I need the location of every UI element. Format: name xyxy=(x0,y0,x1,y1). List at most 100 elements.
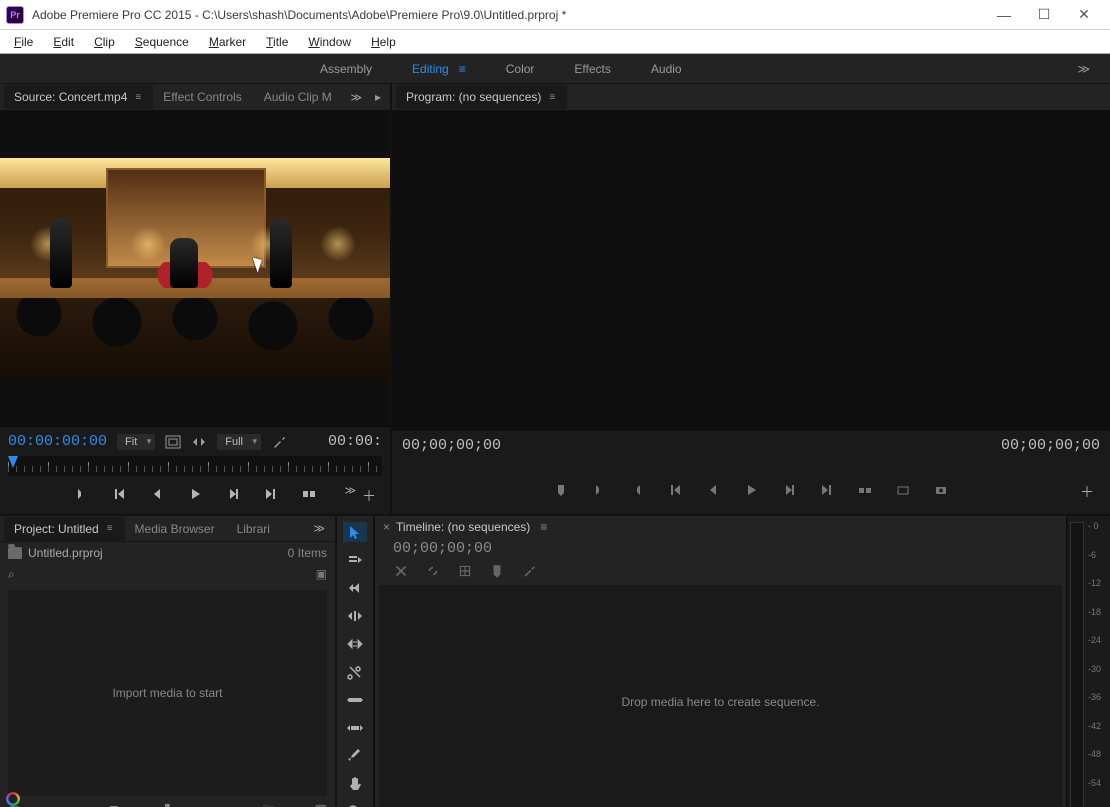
find-icon-2[interactable]: ⌕ xyxy=(235,803,251,807)
timeline-menu-icon[interactable]: ≡ xyxy=(540,520,547,534)
step-forward-icon[interactable] xyxy=(781,482,797,498)
tool-ripple-edit[interactable] xyxy=(343,578,367,598)
tab-program[interactable]: Program: (no sequences) ≡ xyxy=(396,85,567,109)
menu-help[interactable]: Help xyxy=(361,33,406,51)
tab-project[interactable]: Project: Untitled ≡ xyxy=(4,517,125,541)
workspace-audio[interactable]: Audio xyxy=(651,62,682,76)
source-resolution-select[interactable]: Full xyxy=(217,434,261,450)
program-timecode-current[interactable]: 00;00;00;00 xyxy=(402,437,501,454)
workspace-overflow-icon[interactable]: ≫ xyxy=(1077,62,1090,76)
tab-source-menu-icon[interactable]: ≡ xyxy=(135,92,141,103)
maximize-button[interactable]: ☐ xyxy=(1024,0,1064,30)
source-video-viewport[interactable] xyxy=(0,110,390,426)
linked-selection-icon[interactable] xyxy=(425,563,441,579)
add-marker-icon[interactable] xyxy=(553,482,569,498)
tool-selection[interactable] xyxy=(343,522,367,542)
new-folder-icon[interactable]: 🗀 xyxy=(261,803,277,807)
freeform-view-icon[interactable]: ◢ xyxy=(58,803,74,807)
step-back-icon[interactable] xyxy=(149,486,165,502)
new-bin-from-search-icon[interactable]: ▣ xyxy=(316,567,327,581)
mark-in-icon[interactable] xyxy=(591,482,607,498)
source-button-editor-icon[interactable]: ＋ xyxy=(362,486,376,506)
tab-media-browser[interactable]: Media Browser xyxy=(125,517,227,541)
audio-meter-scale: - 0 -6 -12 -18 -24 -30 -36 -42 -48 -54 d… xyxy=(1086,516,1103,807)
extract-icon[interactable] xyxy=(895,482,911,498)
project-search-input[interactable] xyxy=(23,566,308,582)
new-bin-icon[interactable]: ▥ xyxy=(209,803,225,807)
sort-icon[interactable]: ⌂ xyxy=(84,803,100,807)
timeline-drop-area[interactable]: Drop media here to create sequence. xyxy=(379,585,1062,807)
menu-sequence[interactable]: Sequence xyxy=(125,33,199,51)
tool-slide[interactable] xyxy=(343,718,367,738)
export-frame-icon[interactable] xyxy=(933,482,949,498)
menu-edit[interactable]: Edit xyxy=(43,33,84,51)
tool-zoom[interactable] xyxy=(343,802,367,807)
tool-hand[interactable] xyxy=(343,774,367,794)
add-marker-timeline-icon[interactable] xyxy=(457,563,473,579)
program-button-editor-icon[interactable]: ＋ xyxy=(1080,482,1094,502)
source-zoom-fit-select[interactable]: Fit xyxy=(117,434,155,450)
tool-track-select[interactable] xyxy=(343,550,367,570)
tab-audio-clip-mixer[interactable]: Audio Clip M xyxy=(254,85,344,109)
tool-rate-stretch[interactable] xyxy=(343,634,367,654)
mark-out-icon[interactable] xyxy=(629,482,645,498)
trash-icon[interactable]: 🗑 xyxy=(313,803,329,807)
workspace-menu-icon[interactable]: ≡ xyxy=(459,62,466,76)
tab-source[interactable]: Source: Concert.mp4 ≡ xyxy=(4,85,153,109)
tool-razor[interactable] xyxy=(343,662,367,682)
menu-file[interactable]: File xyxy=(4,33,43,51)
snap-icon[interactable] xyxy=(393,563,409,579)
source-time-ruler[interactable] xyxy=(8,456,382,476)
play-icon[interactable] xyxy=(187,486,203,502)
search-icon[interactable]: ⌕ xyxy=(8,567,15,582)
play-icon[interactable] xyxy=(743,482,759,498)
project-tabs-overflow-icon[interactable]: ≫ xyxy=(313,522,331,535)
mark-in-icon[interactable] xyxy=(73,486,89,502)
step-back-icon[interactable] xyxy=(705,482,721,498)
lift-icon[interactable] xyxy=(857,482,873,498)
source-transport-overflow-icon[interactable]: ≫ xyxy=(344,484,356,497)
workspace-effects[interactable]: Effects xyxy=(574,62,610,76)
menu-marker[interactable]: Marker xyxy=(199,33,256,51)
source-panel-close-icon[interactable]: ▸ xyxy=(370,89,386,105)
source-tabs-overflow-icon[interactable]: ≫ xyxy=(350,91,368,104)
safe-margins-icon[interactable] xyxy=(165,434,181,450)
step-forward-icon[interactable] xyxy=(225,486,241,502)
minimize-button[interactable]: — xyxy=(984,0,1024,30)
project-bin-area[interactable]: Import media to start xyxy=(8,590,327,796)
program-video-viewport[interactable] xyxy=(392,110,1110,431)
menu-title[interactable]: Title xyxy=(256,33,298,51)
go-to-in-icon[interactable] xyxy=(667,482,683,498)
tab-libraries[interactable]: Librari xyxy=(227,517,282,541)
source-timecode-current[interactable]: 00:00:00:00 xyxy=(8,433,107,450)
tab-effect-controls[interactable]: Effect Controls xyxy=(153,85,253,109)
workspace-color[interactable]: Color xyxy=(506,62,535,76)
find-icon[interactable]: ◇ xyxy=(183,803,199,807)
go-to-out-icon[interactable] xyxy=(819,482,835,498)
tool-slip[interactable] xyxy=(343,690,367,710)
tab-project-menu-icon[interactable]: ≡ xyxy=(107,523,113,534)
menu-window[interactable]: Window xyxy=(298,33,361,51)
new-item-icon[interactable]: ▣ xyxy=(287,803,303,807)
tab-program-menu-icon[interactable]: ≡ xyxy=(549,92,555,103)
tool-rolling-edit[interactable] xyxy=(343,606,367,626)
go-to-in-icon[interactable] xyxy=(111,486,127,502)
source-settings-icon[interactable] xyxy=(271,434,287,450)
go-to-out-icon[interactable] xyxy=(263,486,279,502)
toggle-multi-cam-icon[interactable] xyxy=(191,434,207,450)
workspace-editing[interactable]: Editing xyxy=(412,62,449,76)
workspace-assembly[interactable]: Assembly xyxy=(320,62,372,76)
icon-view-icon[interactable]: ▮ xyxy=(32,803,48,807)
timeline-timecode[interactable]: 00;00;00;00 xyxy=(393,540,1058,557)
tool-pen[interactable] xyxy=(343,746,367,766)
source-controls: 00:00:00:00 Fit Full 00:00: xyxy=(0,426,390,514)
menu-clip[interactable]: Clip xyxy=(84,33,125,51)
close-button[interactable]: ✕ xyxy=(1064,0,1104,30)
timeline-close-icon[interactable]: × xyxy=(383,520,390,534)
timeline-marker-icon[interactable] xyxy=(489,563,505,579)
creative-cloud-icon[interactable] xyxy=(6,792,20,806)
timeline-settings-icon[interactable] xyxy=(521,563,537,579)
auto-sequence-icon[interactable]: ▞ xyxy=(157,803,173,807)
source-playhead-icon[interactable] xyxy=(8,456,18,468)
insert-icon[interactable] xyxy=(301,486,317,502)
